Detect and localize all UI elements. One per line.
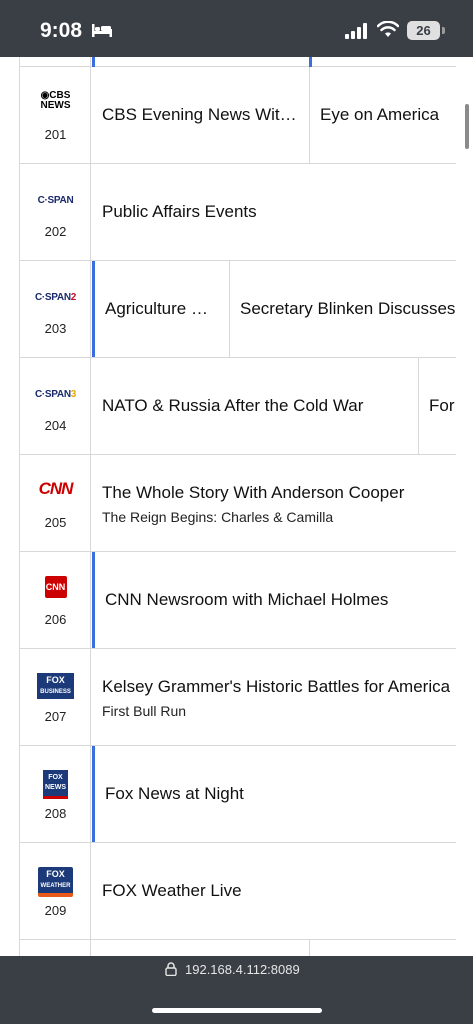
home-indicator[interactable] xyxy=(152,1008,322,1013)
program-cell[interactable]: Secretary Blinken Discusses xyxy=(230,261,456,357)
channel-row-202: C·SPAN 202 Public Affairs Events xyxy=(20,164,456,261)
program-cell[interactable]: Public Affairs Events xyxy=(92,164,456,260)
program-cell[interactable]: Agriculture … xyxy=(92,261,230,357)
channel-number: 206 xyxy=(44,612,67,627)
channel-row-209: FOX WEATHER 209 FOX Weather Live xyxy=(20,843,456,940)
cspan-logo-icon: C·SPAN xyxy=(37,195,74,206)
program-title: NATO & Russia After the Cold War xyxy=(102,396,364,415)
url-text[interactable]: 192.168.4.112:8089 xyxy=(185,962,300,977)
program-title: For xyxy=(429,396,455,415)
channel-row-203: C·SPAN2 203 Agriculture … Secretary Blin… xyxy=(20,261,456,358)
battery-icon: 26 xyxy=(407,21,440,40)
status-time: 9:08 xyxy=(40,19,83,42)
channel-cell[interactable]: FOX BUSINESS 207 xyxy=(20,649,91,745)
channel-number: 202 xyxy=(44,224,67,239)
channel-number: 208 xyxy=(44,806,67,821)
channel-row-201: ◉CBS NEWS 201 CBS Evening News Wit… Eye o… xyxy=(20,67,456,164)
channel-number: 201 xyxy=(44,127,67,142)
channel-row-partial xyxy=(20,940,456,956)
signal-icon xyxy=(345,23,367,39)
program-cell xyxy=(92,940,310,956)
channel-cell[interactable]: C·SPAN2 203 xyxy=(20,261,91,357)
fox-news-logo-icon: FOX NEWS xyxy=(20,770,91,799)
program-title: Secretary Blinken Discusses xyxy=(240,299,456,318)
battery-tip xyxy=(442,27,445,34)
channel-row-205: CNN 205 The Whole Story With Anderson Co… xyxy=(20,455,456,552)
program-title: Fox News at Night xyxy=(105,784,244,803)
channel-number: 203 xyxy=(44,321,67,336)
channel-number: 204 xyxy=(44,418,67,433)
channel-number: 209 xyxy=(44,903,67,918)
bed-icon xyxy=(92,24,112,37)
guide-grid: ◉CBS NEWS 201 CBS Evening News Wit… Eye o… xyxy=(19,57,456,956)
cnn-logo-icon: CNN xyxy=(20,576,91,602)
program-subtitle: First Bull Run xyxy=(102,703,187,719)
program-title: FOX Weather Live xyxy=(102,881,242,900)
program-subtitle: The Reign Begins: Charles & Camilla xyxy=(102,509,334,525)
channel-number: 207 xyxy=(44,709,67,724)
channel-guide[interactable]: ◉CBS NEWS 201 CBS Evening News Wit… Eye o… xyxy=(0,57,473,956)
program-title: Eye on America xyxy=(320,105,440,124)
program-cell[interactable]: NATO & Russia After the Cold War xyxy=(92,358,419,454)
live-marker xyxy=(92,57,95,67)
fox-business-logo-icon: FOX BUSINESS xyxy=(20,673,91,699)
program-cell[interactable]: Fox News at Night xyxy=(92,746,456,842)
program-title: CNN Newsroom with Michael Holmes xyxy=(105,590,389,609)
program-title: The Whole Story With Anderson Cooper xyxy=(102,483,405,502)
program-cell[interactable]: CBS Evening News Wit… xyxy=(92,67,310,163)
program-cell[interactable]: Eye on America xyxy=(310,67,456,163)
channel-cell xyxy=(20,940,91,956)
cspan2-logo-icon: C·SPAN2 xyxy=(34,292,77,303)
channel-cell[interactable]: C·SPAN3 204 xyxy=(20,358,91,454)
channel-row-208: FOX NEWS 208 Fox News at Night xyxy=(20,746,456,843)
program-title: Public Affairs Events xyxy=(102,202,257,221)
wifi-icon xyxy=(377,21,399,37)
lock-icon xyxy=(165,962,177,976)
cspan3-logo-icon: C·SPAN3 xyxy=(34,389,77,400)
channel-cell xyxy=(20,57,91,67)
channel-cell[interactable]: ◉CBS NEWS 201 xyxy=(20,67,91,163)
cnn-logo-icon: CNN xyxy=(38,479,74,498)
program-cell[interactable]: CNN Newsroom with Michael Holmes xyxy=(92,552,456,648)
program-cell[interactable]: The Whole Story With Anderson Cooper The… xyxy=(92,455,456,551)
channel-row-204: C·SPAN3 204 NATO & Russia After the Cold… xyxy=(20,358,456,455)
program-cell[interactable]: For xyxy=(419,358,456,454)
live-marker xyxy=(309,57,312,67)
program-cell[interactable]: Kelsey Grammer's Historic Battles for Am… xyxy=(92,649,456,745)
program-cell[interactable]: FOX Weather Live xyxy=(92,843,456,939)
previous-row-edge xyxy=(20,57,456,67)
channel-number: 205 xyxy=(44,515,67,530)
channel-row-207: FOX BUSINESS 207 Kelsey Grammer's Histori… xyxy=(20,649,456,746)
channel-cell[interactable]: CNN 205 xyxy=(20,455,91,551)
channel-cell[interactable]: FOX NEWS 208 xyxy=(20,746,91,842)
channel-cell[interactable]: CNN 206 xyxy=(20,552,91,648)
channel-cell[interactable]: C·SPAN 202 xyxy=(20,164,91,260)
channel-cell[interactable]: FOX WEATHER 209 xyxy=(20,843,91,939)
fox-weather-logo-icon: FOX WEATHER xyxy=(20,867,91,897)
program-title: CBS Evening News Wit… xyxy=(102,105,297,124)
program-title: Agriculture … xyxy=(105,299,208,318)
scrollbar[interactable] xyxy=(465,104,469,149)
browser-url-bar[interactable]: 192.168.4.112:8089 xyxy=(0,956,473,1024)
cbs-news-logo-icon: ◉CBS NEWS xyxy=(40,90,71,111)
channel-row-206: CNN 206 CNN Newsroom with Michael Holmes xyxy=(20,552,456,649)
program-title: Kelsey Grammer's Historic Battles for Am… xyxy=(102,677,451,696)
status-bar: 9:08 26 xyxy=(0,0,473,57)
